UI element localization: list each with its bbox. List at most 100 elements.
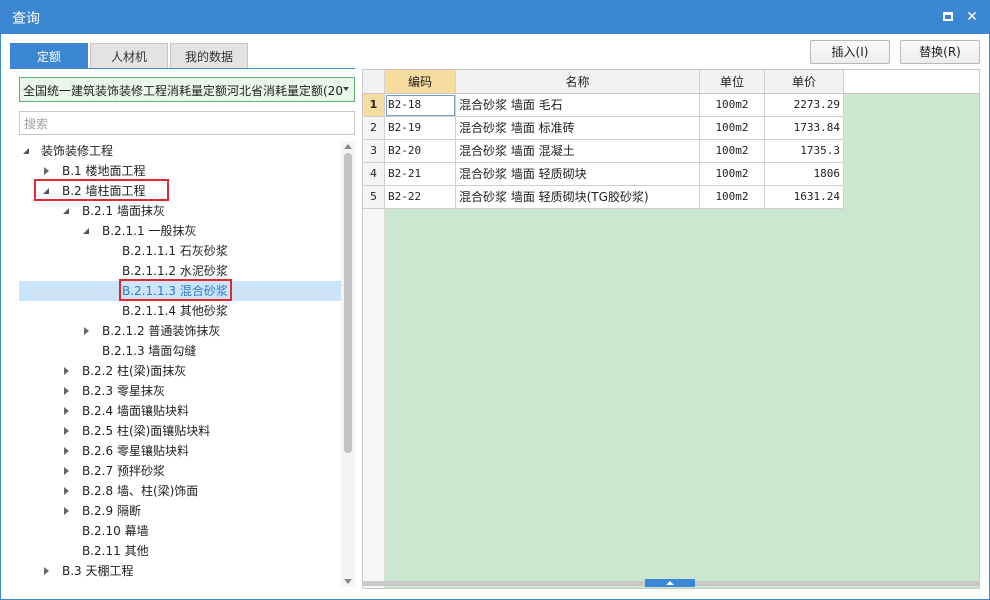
tab-labor-material-machine[interactable]: 人材机 — [90, 43, 168, 69]
row-number[interactable]: 5 — [363, 186, 385, 209]
tree-item[interactable]: B.2.2 柱(梁)面抹灰 — [19, 361, 341, 381]
tree-item[interactable]: B.2.1.1.4 其他砂浆 — [19, 301, 341, 321]
tree-item[interactable]: B.2.3 零星抹灰 — [19, 381, 341, 401]
row-number[interactable]: 4 — [363, 163, 385, 186]
tree-item[interactable]: B.2.6 零星镶贴块料 — [19, 441, 341, 461]
tree-item-label: B.2.7 预拌砂浆 — [82, 464, 165, 478]
expand-toggle-icon[interactable] — [62, 481, 72, 501]
cell-name[interactable]: 混合砂浆 墙面 轻质砌块 — [456, 163, 700, 186]
results-grid: 编码 名称 单位 单价 1 B2-18 混合砂浆 墙面 毛石 100m2 227… — [362, 69, 980, 589]
tree-item[interactable]: B.1 楼地面工程 — [19, 161, 341, 181]
scroll-down-icon[interactable] — [344, 579, 352, 584]
expand-toggle-icon[interactable] — [42, 161, 52, 181]
tree-item-label: B.1 楼地面工程 — [62, 164, 146, 178]
expand-toggle-icon[interactable] — [42, 561, 52, 581]
chevron-down-icon — [343, 87, 349, 91]
tree-item[interactable]: B.2.1.1.2 水泥砂浆 — [19, 261, 341, 281]
cell-name[interactable]: 混合砂浆 墙面 轻质砌块(TG胶砂浆) — [456, 186, 700, 209]
cell-unit[interactable]: 100m2 — [700, 163, 765, 186]
cell-unit[interactable]: 100m2 — [700, 94, 765, 117]
tree-item[interactable]: B.2.11 其他 — [19, 541, 341, 561]
cell-price[interactable]: 1631.24 — [765, 186, 844, 209]
expand-toggle-icon[interactable] — [82, 221, 92, 241]
tab-my-data[interactable]: 我的数据 — [170, 43, 248, 69]
cell-price[interactable]: 2273.29 — [765, 94, 844, 117]
tree-item-label: B.2.10 幕墙 — [82, 524, 149, 538]
cell-code[interactable]: B2-21 — [385, 163, 456, 186]
highlight-box — [34, 179, 169, 201]
scrollbar-thumb[interactable] — [344, 153, 352, 453]
tree-item[interactable]: B.2.1.3 墙面勾缝 — [19, 341, 341, 361]
tree-item-label: B.2.5 柱(梁)面镶贴块料 — [82, 424, 211, 438]
tree-item-label: B.2.11 其他 — [82, 544, 149, 558]
insert-button[interactable]: 插入(I) — [810, 40, 890, 64]
column-header-price[interactable]: 单价 — [765, 70, 844, 94]
replace-button[interactable]: 替换(R) — [900, 40, 980, 64]
cell-price[interactable]: 1735.3 — [765, 140, 844, 163]
search-input[interactable]: 搜索 — [19, 111, 355, 135]
tree-item[interactable]: B.2.1.1.1 石灰砂浆 — [19, 241, 341, 261]
tree-item[interactable]: B.3 天棚工程 — [19, 561, 341, 581]
expand-toggle-icon[interactable] — [62, 381, 72, 401]
header-filler — [844, 70, 979, 94]
column-header-unit[interactable]: 单位 — [700, 70, 765, 94]
cell-name[interactable]: 混合砂浆 墙面 毛石 — [456, 94, 700, 117]
expand-toggle-icon[interactable] — [62, 441, 72, 461]
highlight-box — [119, 279, 232, 301]
cell-price[interactable]: 1806 — [765, 163, 844, 186]
tree-item[interactable]: B.2.7 预拌砂浆 — [19, 461, 341, 481]
expand-toggle-icon[interactable] — [62, 421, 72, 441]
cell-code[interactable]: B2-18 — [385, 94, 456, 117]
tree-item-label: 装饰装修工程 — [41, 144, 114, 158]
title-bar: 查询 ✕ — [0, 0, 990, 34]
row-number[interactable]: 1 — [363, 94, 385, 117]
collapse-panel-grip-icon[interactable] — [645, 579, 695, 587]
expand-toggle-icon[interactable] — [62, 201, 72, 221]
tree-item-label: B.2.1.2 普通装饰抹灰 — [102, 324, 221, 338]
cell-code[interactable]: B2-22 — [385, 186, 456, 209]
tree-item[interactable]: B.2.1.2 普通装饰抹灰 — [19, 321, 341, 341]
column-header-code[interactable]: 编码 — [385, 70, 456, 94]
quota-library-value: 全国统一建筑装饰装修工程消耗量定额河北省消耗量定额(20 — [23, 84, 343, 98]
tree-item[interactable]: B.2.1.1 一般抹灰 — [19, 221, 341, 241]
tree-item[interactable]: B.2.9 隔断 — [19, 501, 341, 521]
tree-item[interactable]: 装饰装修工程 — [19, 141, 341, 161]
row-number[interactable]: 2 — [363, 117, 385, 140]
expand-toggle-icon[interactable] — [22, 141, 32, 161]
chapter-tree: 装饰装修工程 B.1 楼地面工程 B.2 墙柱面工程 B.2.1 墙面抹灰 B.… — [19, 141, 341, 587]
scroll-up-icon[interactable] — [344, 144, 352, 149]
cell-unit[interactable]: 100m2 — [700, 140, 765, 163]
expand-toggle-icon[interactable] — [62, 361, 72, 381]
expand-toggle-icon[interactable] — [62, 401, 72, 421]
cell-name[interactable]: 混合砂浆 墙面 标准砖 — [456, 117, 700, 140]
tree-item[interactable]: B.2.1 墙面抹灰 — [19, 201, 341, 221]
tree-item-label: B.2.1 墙面抹灰 — [82, 204, 165, 218]
tree-item-label: B.2.8 墙、柱(梁)饰面 — [82, 484, 199, 498]
close-icon[interactable]: ✕ — [962, 7, 982, 27]
grid-horizontal-scrollbar[interactable] — [362, 579, 980, 589]
cell-unit[interactable]: 100m2 — [700, 117, 765, 140]
maximize-icon[interactable] — [938, 7, 958, 27]
tree-item[interactable]: B.2.10 幕墙 — [19, 521, 341, 541]
cell-code[interactable]: B2-20 — [385, 140, 456, 163]
row-number[interactable]: 3 — [363, 140, 385, 163]
tree-item[interactable]: B.2.5 柱(梁)面镶贴块料 — [19, 421, 341, 441]
cell-price[interactable]: 1733.84 — [765, 117, 844, 140]
tree-item-label: B.2.1.1 一般抹灰 — [102, 224, 197, 238]
tree-item-label: B.3 天棚工程 — [62, 564, 134, 578]
tab-quota[interactable]: 定额 — [10, 43, 88, 69]
tree-item-label: B.2.6 零星镶贴块料 — [82, 444, 189, 458]
tree-item-label: B.2.9 隔断 — [82, 504, 141, 518]
expand-toggle-icon[interactable] — [82, 321, 92, 341]
cell-name[interactable]: 混合砂浆 墙面 混凝土 — [456, 140, 700, 163]
tree-item-label: B.2.1.1.4 其他砂浆 — [122, 304, 228, 318]
expand-toggle-icon[interactable] — [62, 461, 72, 481]
cell-code[interactable]: B2-19 — [385, 117, 456, 140]
tree-scrollbar[interactable] — [341, 141, 355, 587]
column-header-name[interactable]: 名称 — [456, 70, 700, 94]
tree-item[interactable]: B.2.4 墙面镶贴块料 — [19, 401, 341, 421]
quota-library-select[interactable]: 全国统一建筑装饰装修工程消耗量定额河北省消耗量定额(20 — [19, 77, 355, 102]
expand-toggle-icon[interactable] — [62, 501, 72, 521]
tree-item[interactable]: B.2.8 墙、柱(梁)饰面 — [19, 481, 341, 501]
cell-unit[interactable]: 100m2 — [700, 186, 765, 209]
